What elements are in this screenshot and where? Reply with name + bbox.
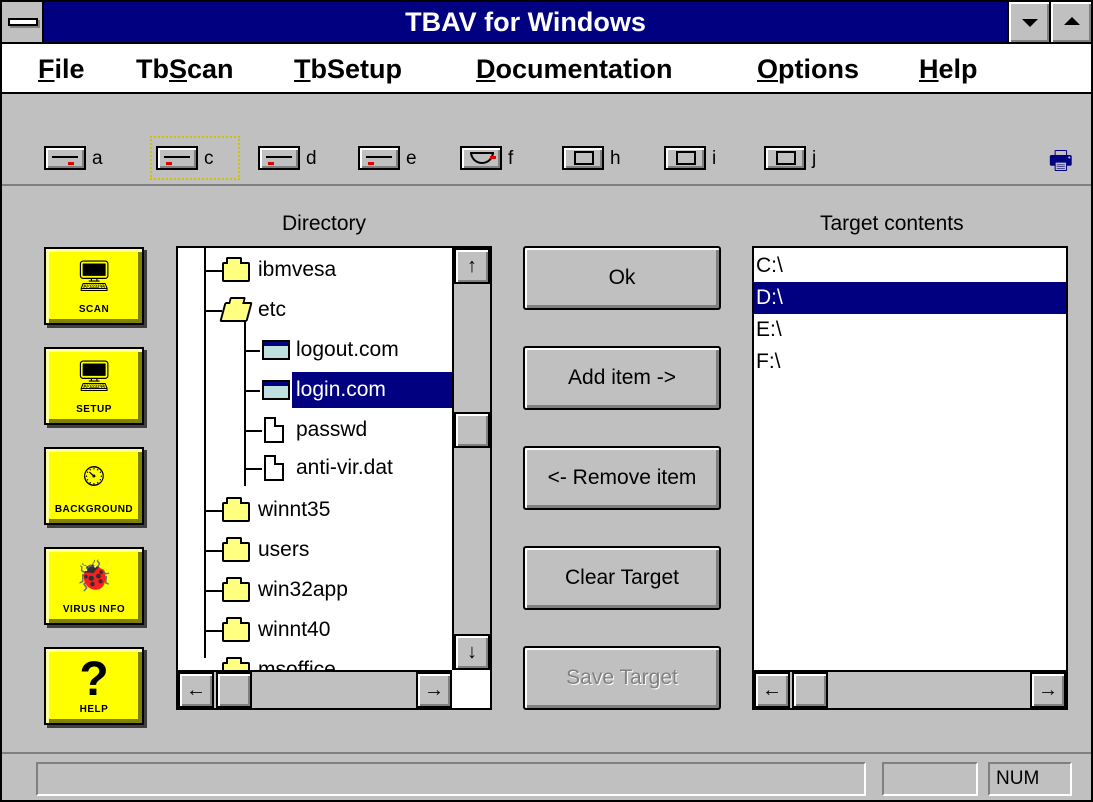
executable-file-icon bbox=[262, 340, 290, 360]
menu-help[interactable]: Help bbox=[919, 54, 978, 85]
directory-vertical-scrollbar[interactable]: ↑ ↓ bbox=[452, 248, 490, 670]
status-message-panel bbox=[36, 762, 866, 796]
tree-item-winnt35[interactable]: winnt35 bbox=[178, 492, 452, 528]
scan-button[interactable]: 🖥 SCAN bbox=[44, 247, 144, 325]
setup-computer-icon: 🖥 bbox=[74, 360, 114, 393]
folder-icon bbox=[222, 657, 250, 670]
target-item-f[interactable]: F:\ bbox=[754, 346, 1066, 378]
drive-j[interactable]: j bbox=[760, 138, 844, 178]
printer-icon[interactable]: 🖶 bbox=[1048, 142, 1073, 186]
menu-tbsetup[interactable]: TbSetup bbox=[294, 54, 402, 85]
main-window: TBAV for Windows File TbScan TbSetup Doc… bbox=[0, 0, 1093, 802]
clear-target-button[interactable]: Clear Target bbox=[523, 546, 721, 610]
system-menu-icon bbox=[8, 18, 38, 26]
drive-e[interactable]: e bbox=[354, 138, 438, 178]
tree-item-logout-com[interactable]: logout.com bbox=[178, 332, 452, 368]
background-clock-icon: ⏲ bbox=[82, 460, 106, 493]
executable-file-icon bbox=[262, 380, 290, 400]
virus-bug-icon: 🐞 bbox=[75, 560, 113, 593]
vertical-scroll-thumb[interactable] bbox=[454, 412, 490, 448]
status-bar: NUM bbox=[2, 752, 1091, 800]
background-button[interactable]: ⏲ BACKGROUND bbox=[44, 447, 144, 525]
drive-c[interactable]: c bbox=[150, 136, 240, 180]
floppy-drive-icon bbox=[44, 146, 86, 170]
menu-bar: File TbScan TbSetup Documentation Option… bbox=[2, 44, 1091, 94]
menu-options[interactable]: Options bbox=[757, 54, 859, 85]
menu-documentation[interactable]: Documentation bbox=[476, 54, 673, 85]
drive-i[interactable]: i bbox=[660, 138, 744, 178]
virus-info-button[interactable]: 🐞 VIRUS INFO bbox=[44, 547, 144, 625]
tree-item-ibmvesa[interactable]: ibmvesa bbox=[178, 252, 452, 288]
drive-d[interactable]: d bbox=[254, 138, 338, 178]
system-menu-button[interactable] bbox=[2, 2, 44, 42]
hard-drive-icon bbox=[358, 146, 400, 170]
tree-item-anti-vir-dat[interactable]: anti-vir.dat bbox=[178, 450, 452, 486]
scan-computer-icon: 🖥 bbox=[74, 260, 114, 293]
drive-bar: a c d e f h i j 🖶 bbox=[2, 134, 1091, 186]
ok-button[interactable]: Ok bbox=[523, 246, 721, 310]
status-panel-blank bbox=[882, 762, 978, 796]
horizontal-scroll-thumb[interactable] bbox=[792, 672, 828, 708]
directory-label: Directory bbox=[282, 212, 367, 235]
directory-tree[interactable]: ibmvesa etc logout.com login.com passwd bbox=[176, 246, 492, 710]
maximize-button[interactable] bbox=[1049, 2, 1091, 42]
cdrom-drive-icon bbox=[460, 146, 502, 170]
directory-tree-content: ibmvesa etc logout.com login.com passwd bbox=[178, 248, 452, 670]
save-target-button[interactable]: Save Target bbox=[523, 646, 721, 710]
scroll-down-arrow-icon[interactable]: ↓ bbox=[454, 634, 490, 670]
drive-f[interactable]: f bbox=[456, 138, 540, 178]
tree-item-winnt40[interactable]: winnt40 bbox=[178, 612, 452, 648]
folder-icon bbox=[222, 257, 250, 282]
tree-item-etc[interactable]: etc bbox=[178, 292, 452, 328]
network-drive-icon bbox=[664, 146, 706, 170]
target-horizontal-scrollbar[interactable]: ← → bbox=[754, 670, 1066, 708]
folder-icon bbox=[222, 577, 250, 602]
drive-a[interactable]: a bbox=[40, 138, 130, 178]
horizontal-scroll-thumb[interactable] bbox=[216, 672, 252, 708]
target-item-e[interactable]: E:\ bbox=[754, 314, 1066, 346]
scroll-right-arrow-icon[interactable]: → bbox=[416, 672, 452, 708]
target-item-c[interactable]: C:\ bbox=[754, 250, 1066, 282]
network-drive-icon bbox=[764, 146, 806, 170]
scroll-left-arrow-icon[interactable]: ← bbox=[754, 672, 790, 708]
minimize-button[interactable] bbox=[1007, 2, 1049, 42]
scroll-right-arrow-icon[interactable]: → bbox=[1030, 672, 1066, 708]
help-button[interactable]: ? HELP bbox=[44, 647, 144, 725]
directory-horizontal-scrollbar[interactable]: ← → bbox=[178, 670, 452, 708]
minimize-arrow-icon bbox=[1022, 19, 1038, 27]
tree-item-users[interactable]: users bbox=[178, 532, 452, 568]
title-bar[interactable]: TBAV for Windows bbox=[2, 2, 1091, 44]
menu-file[interactable]: File bbox=[38, 54, 85, 85]
help-question-icon: ? bbox=[79, 653, 109, 706]
menu-tbscan[interactable]: TbScan bbox=[136, 54, 234, 85]
folder-icon bbox=[222, 497, 250, 522]
folder-open-icon bbox=[219, 302, 253, 322]
target-contents-label: Target contents bbox=[820, 212, 964, 235]
maximize-arrow-icon bbox=[1064, 17, 1080, 25]
tree-item-login-com[interactable]: login.com bbox=[178, 372, 452, 408]
num-lock-indicator: NUM bbox=[988, 762, 1072, 796]
scroll-left-arrow-icon[interactable]: ← bbox=[178, 672, 214, 708]
remove-item-button[interactable]: <- Remove item bbox=[523, 446, 721, 510]
folder-icon bbox=[222, 617, 250, 642]
window-title: TBAV for Windows bbox=[405, 7, 646, 37]
tree-item-win32app[interactable]: win32app bbox=[178, 572, 452, 608]
setup-button[interactable]: 🖥 SETUP bbox=[44, 347, 144, 425]
target-item-d[interactable]: D:\ bbox=[754, 282, 1066, 314]
target-contents-list[interactable]: C:\ D:\ E:\ F:\ ← → bbox=[752, 246, 1068, 710]
scroll-up-arrow-icon[interactable]: ↑ bbox=[454, 248, 490, 284]
drive-h[interactable]: h bbox=[558, 138, 642, 178]
folder-icon bbox=[222, 537, 250, 562]
document-file-icon bbox=[264, 455, 284, 481]
hard-drive-icon bbox=[156, 146, 198, 170]
add-item-button[interactable]: Add item -> bbox=[523, 346, 721, 410]
tree-item-msoffice[interactable]: msoffice bbox=[178, 652, 452, 670]
document-file-icon bbox=[264, 417, 284, 443]
hard-drive-icon bbox=[258, 146, 300, 170]
network-drive-icon bbox=[562, 146, 604, 170]
tree-item-passwd[interactable]: passwd bbox=[178, 412, 452, 448]
